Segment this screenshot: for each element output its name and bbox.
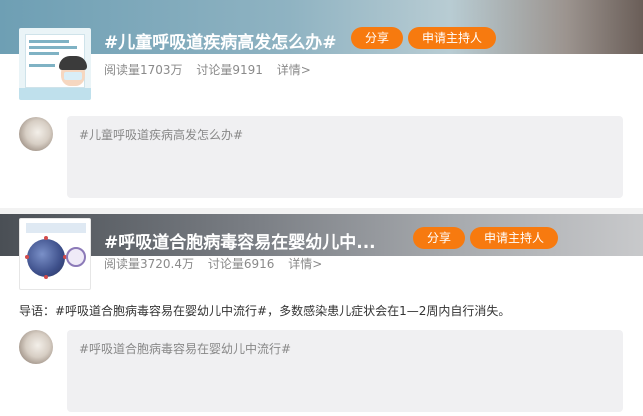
post-editor[interactable]: #呼吸道合胞病毒容易在婴幼儿中流行# — [67, 330, 623, 412]
topic-title[interactable]: #儿童呼吸道疾病高发怎么办# — [104, 28, 337, 53]
apply-host-button[interactable]: 申请主持人 — [408, 27, 496, 49]
topic-thumbnail[interactable] — [19, 28, 91, 100]
share-button[interactable]: 分享 — [351, 27, 403, 49]
topic-lead: 导语：#呼吸道合胞病毒容易在婴幼儿中流行#，多数感染患儿症状会在1—2周内自行消… — [19, 304, 511, 318]
topic-card-2: #呼吸道合胞病毒容易在婴幼儿中... 分享 申请主持人 阅读量3720.4万 讨… — [0, 208, 643, 416]
details-link[interactable]: 详情> — [288, 257, 322, 271]
virus-spike — [44, 236, 48, 240]
topic-thumbnail[interactable] — [19, 218, 91, 290]
thumbnail-text-line — [29, 40, 69, 43]
virus-spike — [44, 275, 48, 279]
thumbnail-text-line — [29, 52, 59, 55]
discussion-count: 讨论量9191 — [196, 63, 263, 77]
topic-stats: 阅读量1703万 讨论量9191 详情> — [104, 61, 321, 78]
child-mask — [64, 72, 82, 80]
child-hair — [59, 56, 87, 70]
thumbnail-header — [26, 223, 86, 233]
topic-title[interactable]: #呼吸道合胞病毒容易在婴幼儿中... — [104, 228, 376, 253]
thumbnail-water — [19, 88, 91, 100]
post-editor[interactable]: #儿童呼吸道疾病高发怎么办# — [67, 116, 623, 198]
discussion-count: 讨论量6916 — [207, 257, 275, 271]
apply-host-button[interactable]: 申请主持人 — [470, 227, 558, 249]
virus-icon — [27, 239, 65, 277]
avatar[interactable] — [19, 117, 53, 151]
thumbnail-text-line — [29, 46, 77, 49]
virus-spike — [25, 255, 29, 259]
topic-stats: 阅读量3720.4万 讨论量6916 详情> — [104, 255, 332, 272]
share-button[interactable]: 分享 — [413, 227, 465, 249]
details-link[interactable]: 详情> — [277, 63, 311, 77]
avatar[interactable] — [19, 330, 53, 364]
read-count: 阅读量3720.4万 — [104, 257, 194, 271]
read-count: 阅读量1703万 — [104, 63, 183, 77]
topic-card-1: #儿童呼吸道疾病高发怎么办# 分享 申请主持人 阅读量1703万 讨论量9191… — [0, 0, 643, 208]
thumbnail-text-line — [29, 64, 55, 67]
virus-small-icon — [66, 247, 86, 267]
